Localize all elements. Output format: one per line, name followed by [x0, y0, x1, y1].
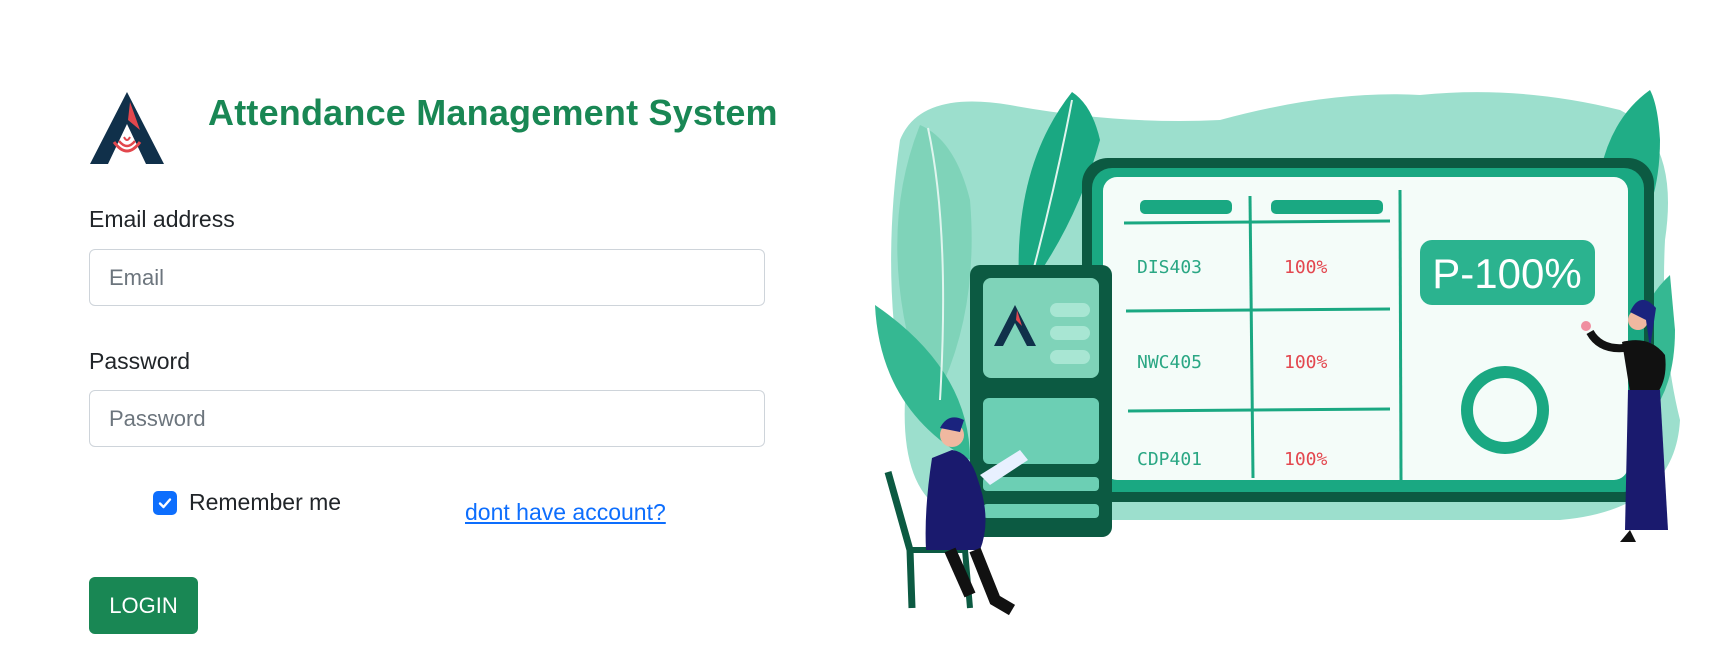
row-code: DIS403	[1137, 257, 1202, 278]
checkmark-icon	[158, 497, 172, 508]
remember-checkbox[interactable]	[153, 490, 177, 515]
row-code: CDP401	[1137, 449, 1202, 470]
app-logo-icon	[90, 92, 164, 164]
email-label: Email address	[89, 206, 235, 232]
password-label: Password	[89, 348, 190, 374]
remember-me: Remember me	[153, 489, 341, 516]
login-page: Attendance Management System Email addre…	[0, 0, 1711, 667]
row-percent: 100%	[1284, 449, 1328, 470]
password-field[interactable]	[89, 390, 765, 447]
login-button[interactable]: LOGIN	[89, 577, 198, 634]
page-title: Attendance Management System	[208, 92, 778, 133]
signup-link[interactable]: dont have account?	[465, 499, 666, 526]
row-code: NWC405	[1137, 352, 1202, 373]
attendance-illustration: DIS403 100% NWC405 100% CDP401 100% P-10…	[875, 90, 1680, 616]
remember-label[interactable]: Remember me	[189, 489, 341, 516]
badge-text: P-100%	[1432, 250, 1581, 297]
row-percent: 100%	[1284, 352, 1328, 373]
row-percent: 100%	[1284, 257, 1328, 278]
email-field[interactable]	[89, 249, 765, 306]
